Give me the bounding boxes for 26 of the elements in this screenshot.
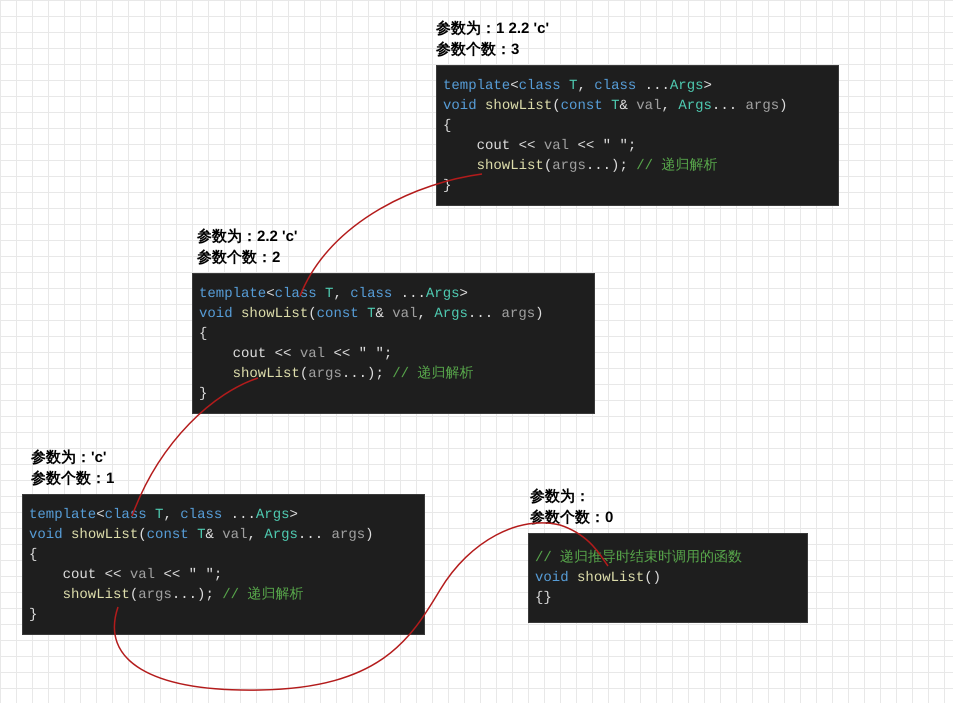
code-line: showList(args...); // 递归解析 <box>476 156 718 176</box>
code-line: cout << val << " "; <box>476 137 636 156</box>
code-line: showList(args...); // 递归解析 <box>62 585 304 605</box>
code-line: } <box>29 606 38 625</box>
count-label: 参数个数：1 <box>31 469 116 489</box>
code-line: showList(args...); // 递归解析 <box>232 364 474 384</box>
count-label: 参数个数：3 <box>436 40 520 60</box>
code-line: template<class T, class ...Args> <box>199 285 468 304</box>
code-line: void showList(const T& val, Args... args) <box>443 97 788 116</box>
code-line: cout << val << " "; <box>232 345 392 364</box>
code-line: void showList(const T& val, Args... args) <box>199 305 544 324</box>
code-line: { <box>199 325 208 344</box>
code-line: {} <box>535 589 552 608</box>
code-line: } <box>199 385 208 404</box>
code-line: cout << val << " "; <box>62 566 222 585</box>
args-label: 参数为： <box>530 487 591 507</box>
args-label: 参数为：1 2.2 'c' <box>436 19 550 39</box>
code-line: template<class T, class ...Args> <box>29 506 298 525</box>
code-line: { <box>443 117 452 136</box>
args-label: 参数为：'c' <box>31 448 108 468</box>
code-line: void showList(const T& val, Args... args) <box>29 526 374 545</box>
code-line: void showList() <box>535 569 662 588</box>
count-label: 参数个数：2 <box>197 248 282 268</box>
code-line: { <box>29 546 38 565</box>
args-label: 参数为：2.2 'c' <box>197 227 298 247</box>
code-line: template<class T, class ...Args> <box>443 77 712 96</box>
